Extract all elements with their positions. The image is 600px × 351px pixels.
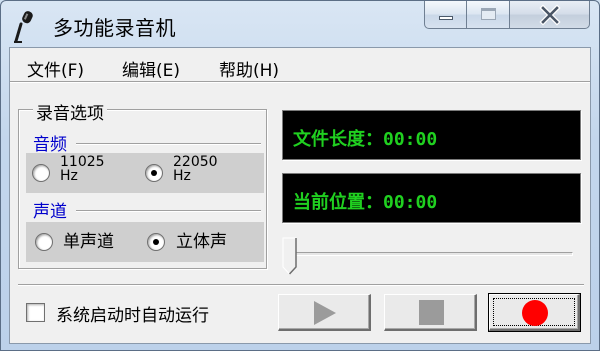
file-length-display: 文件长度：00:00 <box>282 110 581 160</box>
window-title: 多功能录音机 <box>53 16 176 40</box>
close-button[interactable] <box>510 1 590 29</box>
play-button[interactable] <box>278 294 371 331</box>
stop-button[interactable] <box>384 294 477 331</box>
current-position-text: 当前位置：00:00 <box>293 192 438 213</box>
minimize-button[interactable] <box>424 1 467 29</box>
radio-22050-label: 22050Hz <box>173 155 218 184</box>
maximize-button <box>467 1 510 29</box>
record-icon <box>522 300 548 326</box>
position-slider-thumb[interactable] <box>282 237 298 275</box>
caption-buttons <box>424 1 590 29</box>
microphone-icon <box>14 11 33 43</box>
radio-selected-dot <box>153 239 159 245</box>
title-bar[interactable]: 多功能录音机 <box>1 1 599 47</box>
radio-stereo-label: 立体声 <box>176 232 227 252</box>
position-slider-track[interactable] <box>287 252 573 256</box>
maximize-icon <box>481 8 496 20</box>
menu-divider <box>10 82 590 83</box>
record-button[interactable] <box>488 293 581 332</box>
radio-mono-label: 单声道 <box>63 232 114 252</box>
close-icon <box>539 4 561 26</box>
radio-11025[interactable] <box>32 164 50 182</box>
recorder-window: 多功能录音机 文件(F) 编辑(E) 帮助(H) 录音选项 音频 11025Hz… <box>0 0 600 351</box>
menu-edit[interactable]: 编辑(E) <box>122 56 180 81</box>
record-options-title: 录音选项 <box>33 99 107 124</box>
file-length-text: 文件长度：00:00 <box>293 129 438 150</box>
play-icon <box>314 301 336 325</box>
radio-11025-label: 11025Hz <box>60 155 105 184</box>
autostart-label: 系统启动时自动运行 <box>56 306 209 326</box>
channel-heading: 声道 <box>33 197 71 222</box>
current-position-display: 当前位置：00:00 <box>282 173 581 223</box>
audio-heading: 音频 <box>33 130 71 155</box>
bottom-divider <box>18 284 584 286</box>
radio-22050[interactable] <box>145 164 163 182</box>
channel-options-panel <box>26 222 264 262</box>
radio-mono[interactable] <box>35 233 53 251</box>
stop-icon <box>419 300 444 325</box>
menu-help[interactable]: 帮助(H) <box>219 56 279 81</box>
autostart-checkbox[interactable] <box>26 303 45 322</box>
radio-selected-dot <box>151 170 157 176</box>
menu-bar: 文件(F) 编辑(E) 帮助(H) <box>10 48 590 82</box>
menu-file[interactable]: 文件(F) <box>27 56 84 81</box>
channel-heading-line <box>76 210 261 212</box>
minimize-icon <box>439 16 453 20</box>
audio-heading-line <box>76 143 261 145</box>
radio-stereo[interactable] <box>147 233 165 251</box>
